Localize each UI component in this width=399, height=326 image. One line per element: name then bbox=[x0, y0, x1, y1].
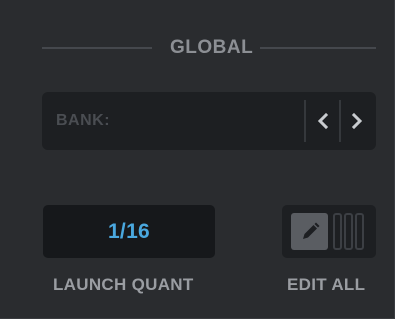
bank-prev-button[interactable] bbox=[309, 92, 337, 150]
chevron-left-icon bbox=[317, 112, 329, 130]
pencil-icon bbox=[291, 213, 328, 250]
global-panel: GLOBAL BANK: 1/16 LAUNCH QUANT EDIT ALL bbox=[0, 0, 395, 319]
stack-bar-icon bbox=[333, 213, 342, 250]
launch-quant-value: 1/16 bbox=[107, 219, 151, 243]
stack-bar-icon bbox=[355, 213, 364, 250]
chevron-right-icon bbox=[351, 112, 363, 130]
edit-all-button[interactable] bbox=[282, 205, 376, 258]
bank-selector[interactable]: BANK: bbox=[42, 92, 376, 150]
bank-label: BANK: bbox=[56, 112, 111, 129]
stack-bar-icon bbox=[344, 213, 353, 250]
launch-quant-field[interactable]: 1/16 bbox=[43, 205, 215, 258]
bank-divider bbox=[339, 100, 341, 142]
launch-quant-label: LAUNCH QUANT bbox=[53, 275, 194, 294]
section-divider-left bbox=[42, 47, 152, 49]
edit-all-label: EDIT ALL bbox=[287, 275, 366, 294]
bank-divider bbox=[304, 100, 306, 142]
section-title: GLOBAL bbox=[170, 37, 254, 58]
section-header: GLOBAL bbox=[42, 34, 376, 62]
bank-next-button[interactable] bbox=[343, 92, 371, 150]
section-divider-right bbox=[260, 47, 376, 49]
